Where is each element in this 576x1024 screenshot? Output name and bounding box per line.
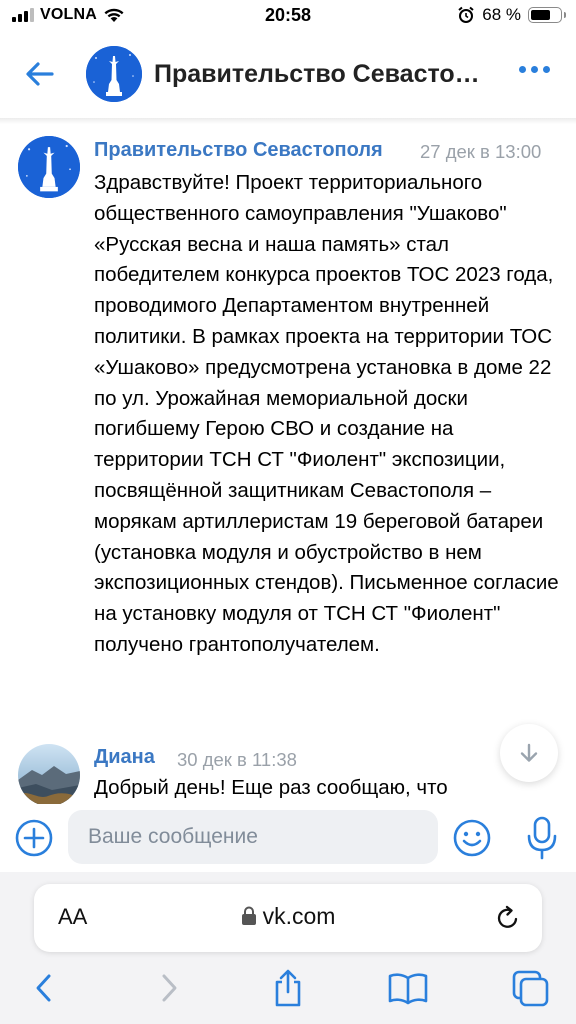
attach-button[interactable] [14,818,54,858]
browser-forward-button[interactable] [147,968,191,1008]
tabs-icon [512,970,549,1007]
tabs-button[interactable] [508,968,552,1008]
scroll-down-button[interactable] [500,724,558,782]
more-dots-icon [519,66,526,73]
message-input[interactable] [68,810,438,864]
chevron-left-icon [36,974,51,1002]
browser-back-button[interactable] [22,968,66,1008]
browser-bottom-bar: AA vk.com [0,872,576,1024]
address-bar[interactable]: AA vk.com [34,884,542,952]
alarm-icon [458,6,474,23]
arrow-down-icon [520,743,538,762]
voice-button[interactable] [522,814,562,862]
chat-header: Правительство Севастополя [0,34,576,118]
monument-icon [18,136,80,198]
message-time: 30 дек в 11:38 [177,749,297,770]
message-author[interactable]: Диана [94,746,174,769]
message-author[interactable]: Правительство Севастополя [94,139,406,162]
landscape-photo [18,744,80,804]
url-display: vk.com [34,903,542,930]
url-text: vk.com [262,903,336,929]
share-button[interactable] [266,968,310,1008]
lock-icon [241,906,256,925]
book-icon [388,973,428,1005]
message-composer [0,804,576,872]
sender-avatar[interactable] [18,136,80,198]
microphone-icon [527,816,557,860]
bookmarks-button[interactable] [386,968,430,1008]
battery-percent: 68 % [482,5,521,24]
sender-avatar[interactable] [18,744,80,804]
reload-button[interactable] [494,904,522,932]
more-dot [543,66,550,73]
share-icon [275,969,301,1007]
message-text: Здравствуйте! Проект территориального об… [94,171,559,656]
chevron-right-icon [162,974,177,1002]
plus-circle-icon [15,819,53,857]
monument-icon [86,46,142,102]
emoji-button[interactable] [452,818,492,858]
arrow-left-icon [26,62,54,86]
status-bar: VOLNA 20:58 68 % [0,0,576,34]
chat-avatar[interactable] [86,46,142,102]
more-button[interactable] [519,66,550,73]
message-time: 27 дек в 13:00 [420,141,542,162]
chat-title[interactable]: Правительство Севастополя [154,60,484,89]
more-dot [531,66,538,73]
smile-icon [453,819,491,857]
message-text: Добрый день! Еще раз сообщаю, что [94,776,448,799]
back-button[interactable] [22,56,58,92]
status-right: 68 % [457,5,566,25]
battery-icon [528,7,566,23]
reload-icon [497,905,518,928]
message-feed[interactable]: Правительство Севастополя 27 дек в 13:00… [0,124,576,804]
